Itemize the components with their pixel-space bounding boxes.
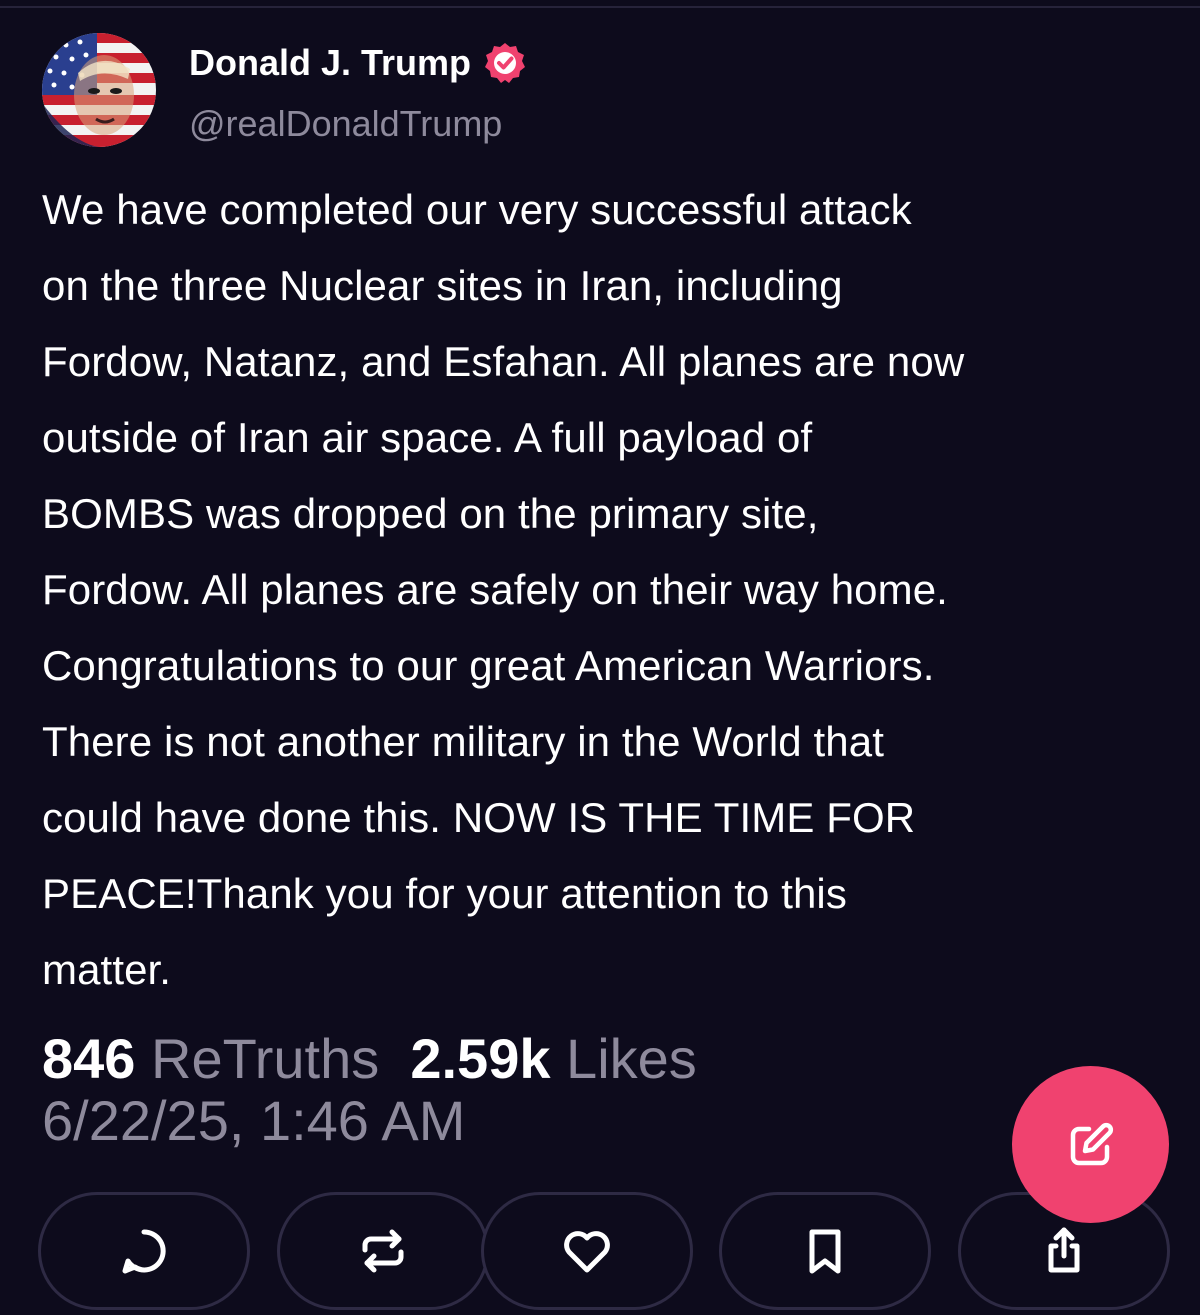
bookmark-icon (809, 1229, 841, 1274)
likes-stat[interactable]: 2.59k Likes (410, 1027, 696, 1090)
likes-label: Likes (566, 1027, 697, 1090)
retruths-stat[interactable]: 846 ReTruths (42, 1027, 379, 1090)
post-line: PEACE!Thank you for your attention to th… (42, 870, 847, 917)
top-divider (0, 6, 1200, 8)
avatar[interactable] (42, 33, 156, 147)
likes-count: 2.59k (410, 1027, 551, 1090)
avatar-image (42, 33, 156, 147)
bookmark-button[interactable] (719, 1192, 931, 1310)
post-line: BOMBS was dropped on the primary site, (42, 490, 819, 537)
author-handle[interactable]: @realDonaldTrump (189, 101, 502, 147)
compose-icon (1070, 1122, 1113, 1165)
retruths-label: ReTruths (151, 1027, 380, 1090)
reply-icon (122, 1229, 166, 1274)
reply-button[interactable] (38, 1192, 250, 1310)
retruth-icon (362, 1229, 404, 1273)
like-button[interactable] (481, 1192, 693, 1310)
retruths-count: 846 (42, 1027, 136, 1090)
post-line: Fordow. All planes are safely on their w… (42, 566, 948, 613)
post-line: could have done this. NOW IS THE TIME FO… (42, 794, 916, 841)
post-line: There is not another military in the Wor… (42, 718, 884, 765)
verified-badge-icon (483, 41, 527, 85)
post-line: outside of Iran air space. A full payloa… (42, 414, 813, 461)
share-icon (1048, 1227, 1080, 1273)
post-line: on the three Nuclear sites in Iran, incl… (42, 262, 843, 309)
post-line: We have completed our very successful at… (42, 186, 912, 233)
post-stats: 846 ReTruths 2.59k Likes (42, 1026, 697, 1092)
compose-button[interactable] (1012, 1066, 1169, 1223)
retruth-button[interactable] (277, 1192, 489, 1310)
author-display-name[interactable]: Donald J. Trump (189, 40, 471, 86)
post-body: We have completed our very successful at… (42, 172, 1182, 1008)
post-line: matter. (42, 946, 172, 993)
author-name-row[interactable]: Donald J. Trump (189, 40, 527, 86)
post-line: Fordow, Natanz, and Esfahan. All planes … (42, 338, 965, 385)
post-line: Congratulations to our great American Wa… (42, 642, 935, 689)
heart-icon (564, 1231, 610, 1273)
post-timestamp: 6/22/25, 1:46 AM (42, 1089, 466, 1152)
